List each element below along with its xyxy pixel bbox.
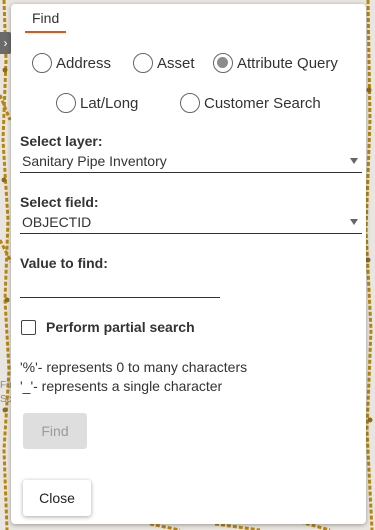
caret-down-icon <box>350 219 358 225</box>
chevron-right-icon[interactable]: › <box>0 32 11 54</box>
radio-asset[interactable]: Asset <box>133 51 195 75</box>
map-label: Fo <box>0 380 12 391</box>
value-to-find-label: Value to find: <box>20 255 108 271</box>
select-field-label: Select field: <box>20 194 99 210</box>
radio-circle-icon <box>32 53 52 73</box>
radio-label: Customer Search <box>204 94 321 112</box>
partial-search-toggle[interactable]: Perform partial search <box>21 318 195 336</box>
radio-circle-icon <box>56 93 76 113</box>
close-button[interactable]: Close <box>23 480 91 516</box>
tab-find[interactable]: Find <box>25 9 67 33</box>
radio-label: Attribute Query <box>237 54 338 72</box>
checkbox-icon[interactable] <box>21 319 36 335</box>
radio-attribute-query[interactable]: Attribute Query <box>213 51 338 75</box>
radio-address[interactable]: Address <box>32 51 111 75</box>
search-type-row-2: Lat/Long Customer Search <box>11 91 366 115</box>
layer-select-value: Sanitary Pipe Inventory <box>22 153 167 169</box>
search-type-row-1: Address Asset Attribute Query <box>11 51 366 75</box>
radio-lat-long[interactable]: Lat/Long <box>56 91 138 115</box>
find-panel: Find Address Asset Attribute Query Lat/L… <box>11 4 366 524</box>
radio-label: Asset <box>157 54 195 72</box>
field-select[interactable]: OBJECTID <box>20 212 362 234</box>
radio-label: Address <box>56 54 112 72</box>
field-select-value: OBJECTID <box>22 214 92 230</box>
caret-down-icon <box>350 158 358 164</box>
value-to-find-input[interactable] <box>20 276 220 298</box>
map-label: Sc <box>0 394 12 405</box>
find-button[interactable]: Find <box>23 413 87 449</box>
partial-search-label: Perform partial search <box>46 319 195 335</box>
radio-circle-icon <box>180 93 200 113</box>
help-text-underscore: '_'- represents a single character <box>20 378 223 394</box>
radio-label: Lat/Long <box>80 94 139 112</box>
radio-checked-icon <box>213 53 233 73</box>
layer-select[interactable]: Sanitary Pipe Inventory <box>20 151 362 173</box>
radio-customer-search[interactable]: Customer Search <box>180 91 321 115</box>
select-layer-label: Select layer: <box>20 133 103 149</box>
help-text-percent: '%'- represents 0 to many characters <box>20 359 248 375</box>
radio-circle-icon <box>133 53 153 73</box>
